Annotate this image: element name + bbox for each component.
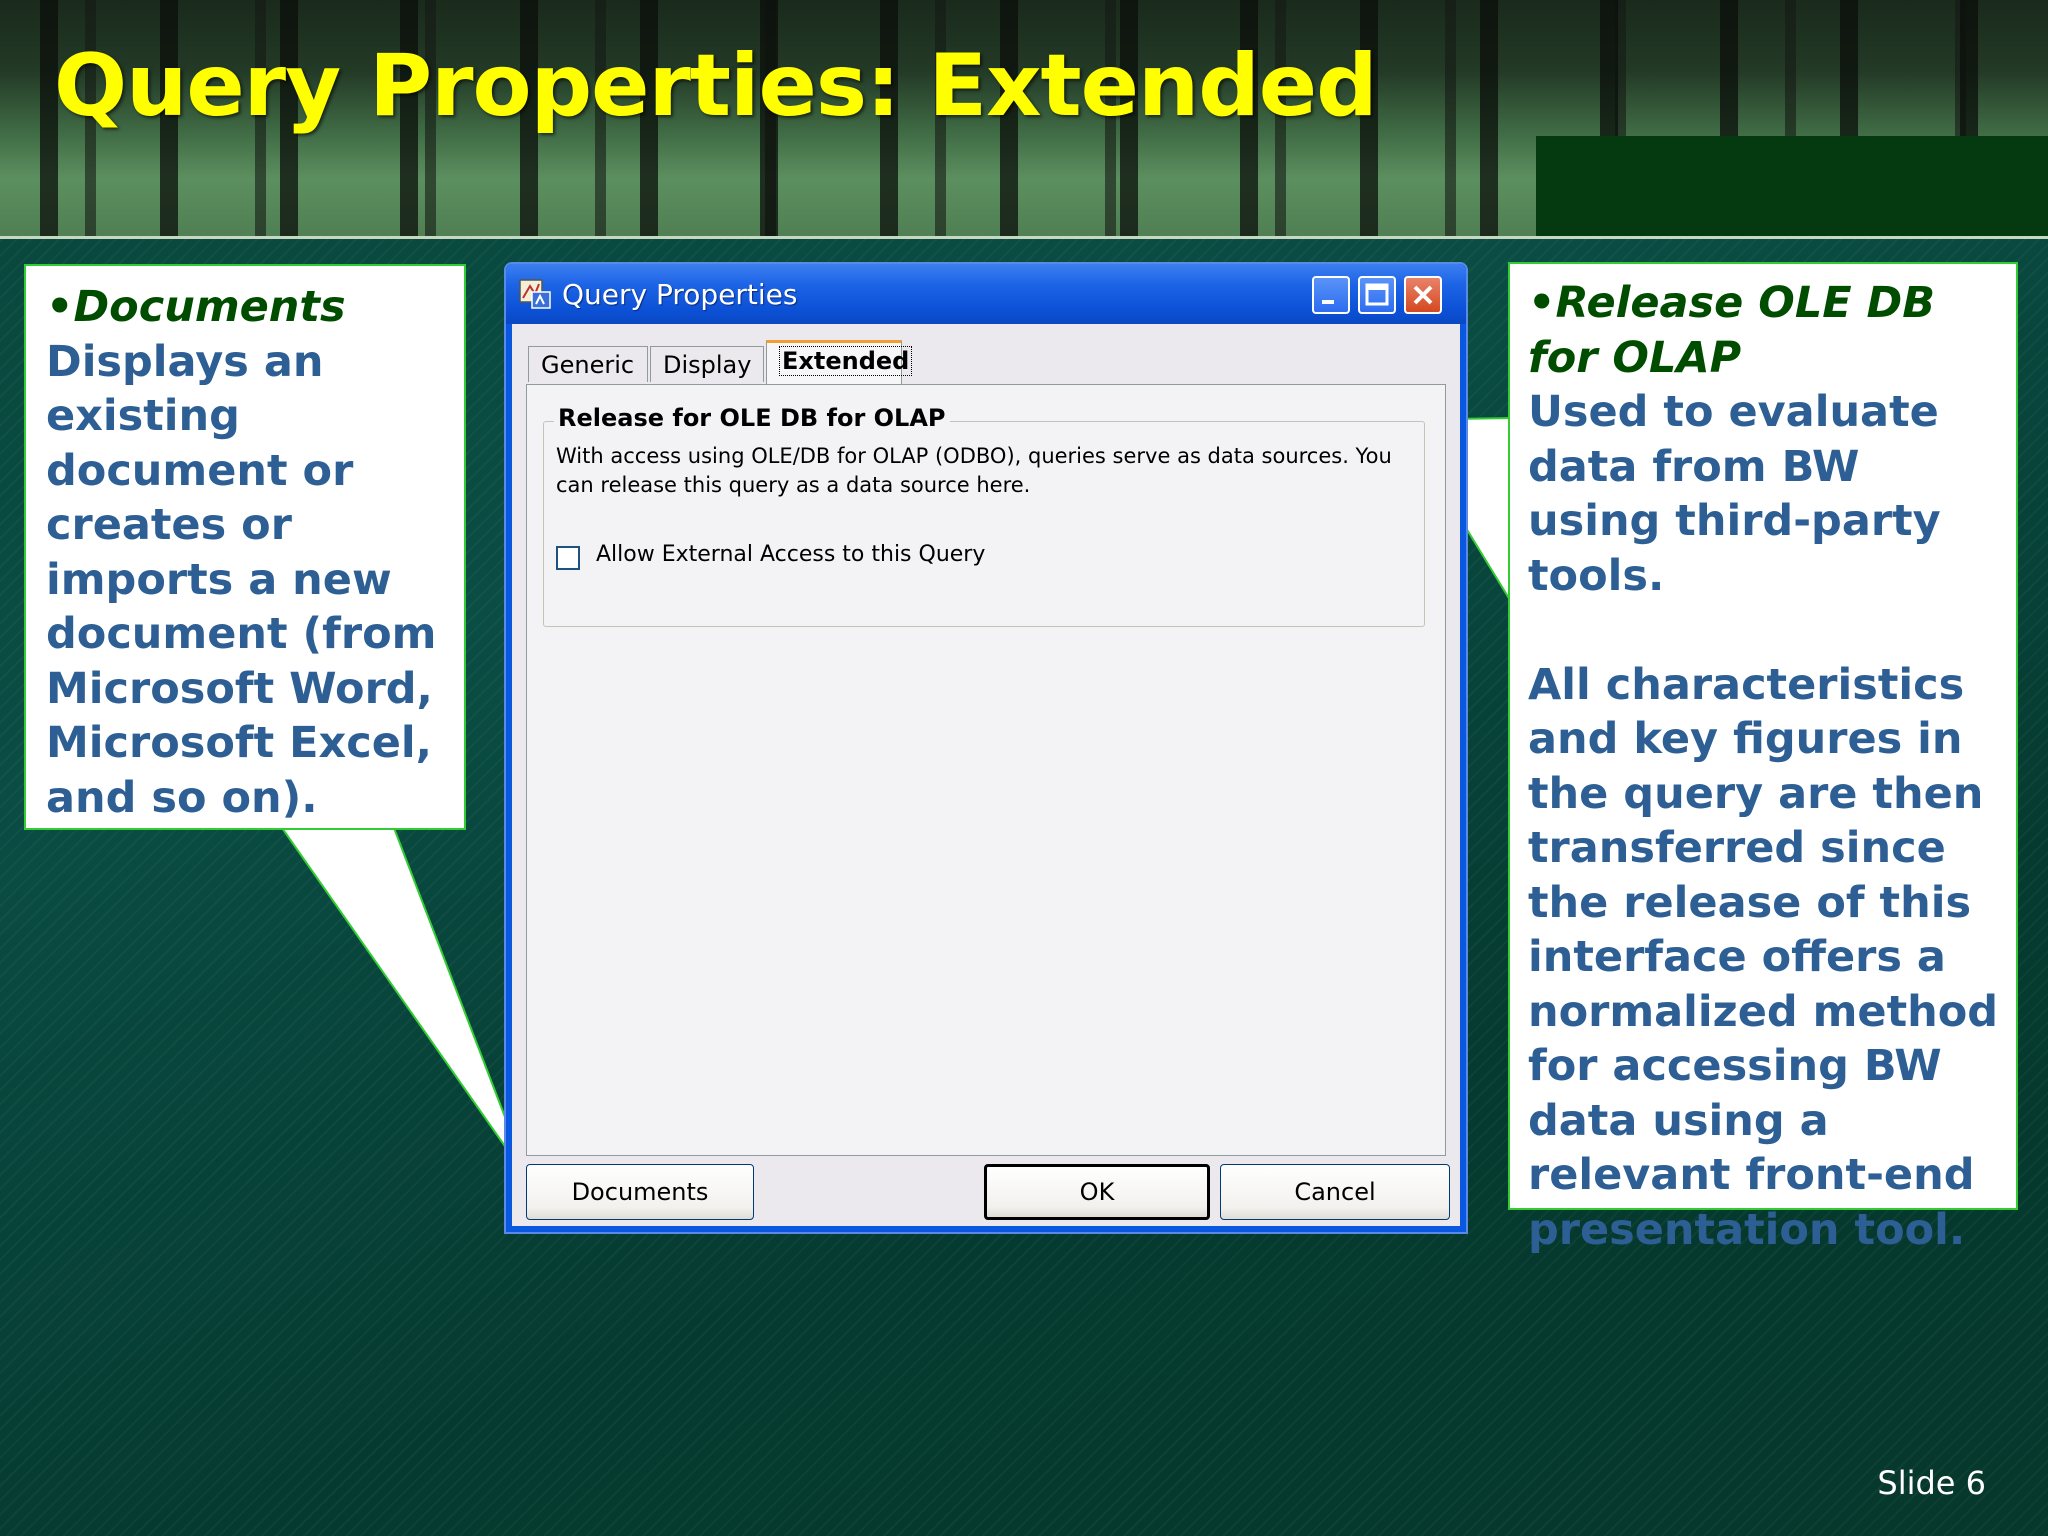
documents-callout-heading: •Documents <box>46 282 346 332</box>
documents-button-label: Documents <box>571 1178 709 1206</box>
banner-dark-strip <box>1536 136 2048 238</box>
documents-button[interactable]: Documents <box>526 1164 754 1220</box>
olap-callout-spacer <box>1528 603 2002 658</box>
tab-generic-label: Generic <box>541 351 635 379</box>
tab-display-label: Display <box>663 351 752 379</box>
dialog-titlebar[interactable]: Query Properties <box>506 264 1466 324</box>
external-access-checkbox[interactable] <box>556 546 580 570</box>
external-access-label[interactable]: Allow External Access to this Query <box>596 542 985 567</box>
tab-extended[interactable]: Extended <box>766 340 913 384</box>
maximize-icon <box>1365 283 1389 306</box>
slide-title: Query Properties: Extended <box>54 36 1378 136</box>
documents-callout-body: Displays an existing document or creates… <box>46 336 437 823</box>
banner-divider <box>0 236 2048 239</box>
tab-extended-label: Extended <box>779 346 913 376</box>
slide-number: Slide 6 <box>1877 1464 1986 1502</box>
ok-button-label: OK <box>1079 1178 1115 1206</box>
left-callout-tail <box>280 827 531 1183</box>
query-app-icon <box>519 279 551 309</box>
release-olap-groupbox: Release for OLE DB for OLAP With access … <box>543 404 1425 627</box>
maximize-button[interactable] <box>1358 276 1396 314</box>
close-button[interactable] <box>1404 276 1442 314</box>
cancel-button-label: Cancel <box>1294 1178 1376 1206</box>
minimize-button[interactable] <box>1312 276 1350 314</box>
olap-callout: •Release OLE DB for OLAP Used to evaluat… <box>1508 262 2018 1255</box>
olap-callout-body-1: Used to evaluate data from BW using thir… <box>1528 387 1941 601</box>
close-icon <box>1413 285 1433 305</box>
groupbox-title: Release for OLE DB for OLAP <box>554 404 950 432</box>
olap-callout-body-2: All characteristics and key figures in t… <box>1528 659 1999 1255</box>
query-properties-dialog: Query Properties Generic Display Extende… <box>504 262 1468 1234</box>
groupbox-description: With access using OLE/DB for OLAP (ODBO)… <box>556 444 1392 497</box>
cancel-button[interactable]: Cancel <box>1220 1164 1450 1220</box>
documents-callout: •Documents Displays an existing document… <box>24 264 466 830</box>
minimize-icon <box>1322 300 1334 304</box>
dialog-title: Query Properties <box>562 278 798 311</box>
extended-tab-panel: Release for OLE DB for OLAP With access … <box>526 384 1446 1156</box>
olap-callout-heading: •Release OLE DB for OLAP <box>1528 278 1936 383</box>
dialog-client-area: Generic Display Extended Release for OLE… <box>512 324 1460 1226</box>
tab-display[interactable]: Display <box>650 346 764 382</box>
ok-button[interactable]: OK <box>984 1164 1210 1220</box>
tab-generic[interactable]: Generic <box>528 346 648 382</box>
